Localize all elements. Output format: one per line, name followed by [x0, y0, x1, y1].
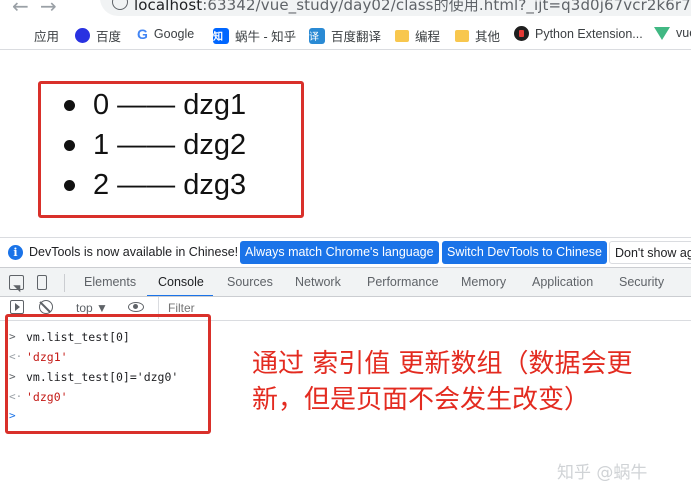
- highlight-box-console: [5, 314, 211, 434]
- switch-to-chinese-button[interactable]: Switch DevTools to Chinese: [442, 241, 607, 264]
- folder-icon: [455, 29, 469, 42]
- zhihu-icon: 知: [213, 27, 229, 44]
- inspect-element-icon[interactable]: [9, 275, 24, 290]
- bookmark-vue[interactable]: vue: [654, 26, 691, 40]
- devtools-language-notice: i DevTools is now available in Chinese! …: [0, 237, 691, 267]
- device-toolbar-icon[interactable]: [37, 275, 47, 290]
- bookmark-baidu[interactable]: 百度: [75, 26, 121, 45]
- toolbar-divider: [64, 274, 65, 292]
- bookmark-folder-programming[interactable]: 编程: [395, 26, 440, 45]
- bookmark-apps[interactable]: 应用: [14, 26, 59, 45]
- live-expression-eye-icon[interactable]: [128, 302, 144, 312]
- bullet-icon: [64, 99, 75, 111]
- bullet-icon: [64, 139, 75, 151]
- baidu-icon: [75, 28, 90, 43]
- bookmark-google[interactable]: G Google: [137, 26, 194, 42]
- tab-sources[interactable]: Sources: [227, 275, 273, 289]
- bookmark-baidu-translate[interactable]: 译 百度翻译: [309, 26, 381, 45]
- bookmark-python-extension[interactable]: Python Extension...: [514, 26, 643, 41]
- address-bar: ← → localhost:63342/vue_study/day02/clas…: [0, 0, 691, 20]
- dont-show-again-button[interactable]: Don't show again: [609, 241, 691, 264]
- list-item: 1 —— dzg2: [58, 125, 246, 165]
- python-extension-icon: [514, 26, 529, 41]
- list-item: 2 —— dzg3: [58, 165, 246, 205]
- forward-arrow-icon[interactable]: →: [40, 0, 57, 18]
- tab-elements[interactable]: Elements: [84, 275, 136, 289]
- tab-network[interactable]: Network: [295, 275, 341, 289]
- console-filter-input[interactable]: [158, 297, 678, 319]
- tab-memory[interactable]: Memory: [461, 275, 506, 289]
- back-arrow-icon[interactable]: ←: [12, 0, 29, 18]
- apps-grid-icon: [14, 29, 28, 43]
- notice-text: DevTools is now available in Chinese!: [29, 245, 239, 259]
- devtools-tab-bar: Elements Console Sources Network Perform…: [0, 267, 691, 297]
- bullet-icon: [64, 179, 75, 191]
- folder-icon: [395, 29, 409, 42]
- show-sidebar-icon[interactable]: [10, 300, 24, 314]
- vue-icon: [654, 26, 670, 40]
- bookmark-folder-other[interactable]: 其他: [455, 26, 500, 45]
- tab-console[interactable]: Console: [158, 275, 204, 289]
- url-text[interactable]: localhost:63342/vue_study/day02/class的使用…: [134, 0, 691, 15]
- context-selector[interactable]: top ▼: [76, 301, 108, 315]
- tab-application[interactable]: Application: [532, 275, 593, 289]
- match-language-button[interactable]: Always match Chrome's language: [240, 241, 439, 264]
- annotation-text: 通过 索引值 更新数组（数据会更新，但是页面不会发生改变）: [252, 349, 633, 415]
- tab-security[interactable]: Security: [619, 275, 664, 289]
- clear-console-icon[interactable]: [39, 300, 53, 314]
- tab-performance[interactable]: Performance: [367, 275, 439, 289]
- watermark: 知乎 @蜗牛: [557, 463, 648, 483]
- bookmarks-bar: 应用 百度 G Google 知 蜗牛 - 知乎 译 百度翻译 编程 其他 Py…: [0, 20, 691, 50]
- translate-icon: 译: [309, 27, 325, 44]
- info-icon: i: [8, 245, 23, 260]
- list-item: 0 —— dzg1: [58, 85, 246, 125]
- rendered-list: 0 —— dzg1 1 —— dzg2 2 —— dzg3: [58, 85, 246, 205]
- google-icon: G: [137, 26, 148, 42]
- bookmark-zhihu[interactable]: 知 蜗牛 - 知乎: [213, 26, 296, 45]
